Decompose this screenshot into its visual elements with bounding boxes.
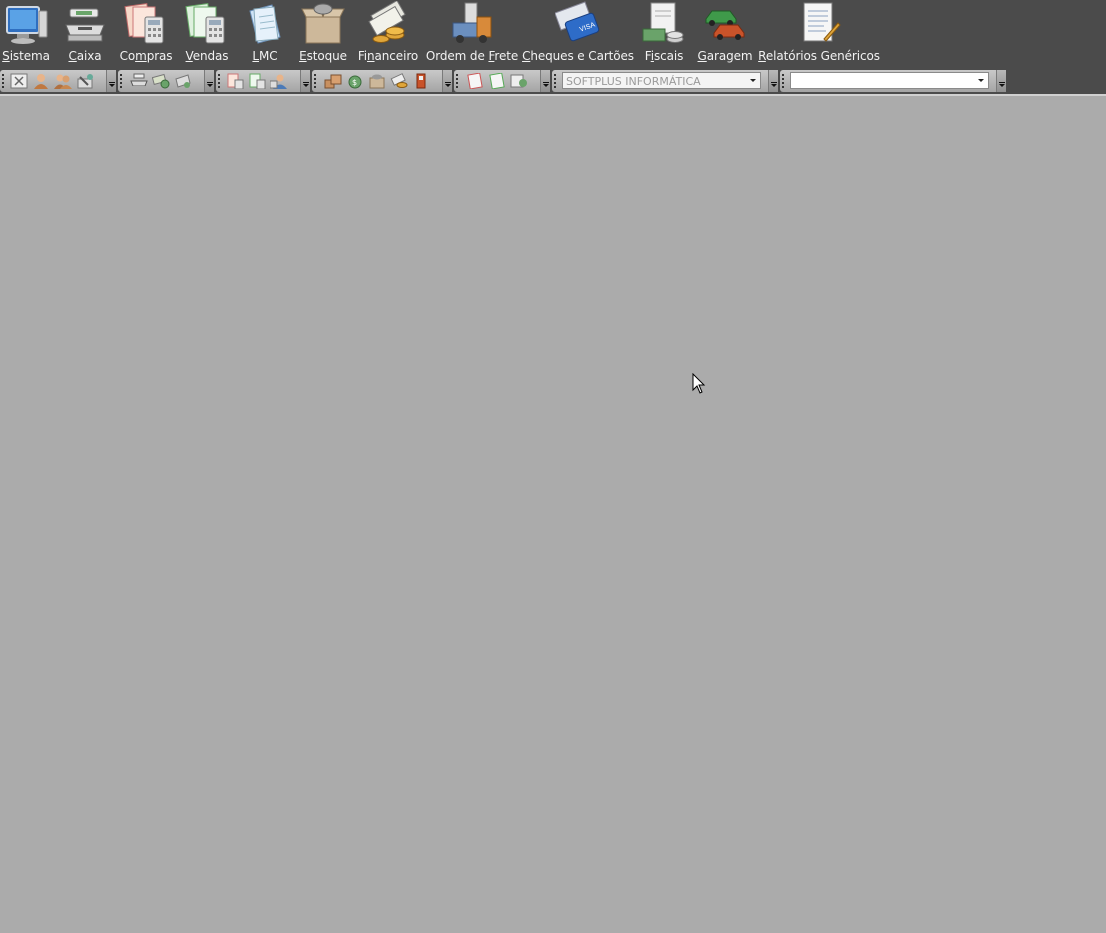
user-icon[interactable] [32,73,50,89]
menu-relatorios-genericos[interactable]: Relatórios Genéricos [758,0,880,68]
toolbar-overflow-button[interactable] [996,70,1006,92]
toolbar-grip[interactable] [314,74,316,88]
toolbar-overflow-button[interactable] [442,70,452,92]
fiscal-money-icon [641,1,687,47]
fuel-pump-icon[interactable] [412,73,430,89]
sales-documents-icon [184,1,230,47]
toolbar-group-caixa [118,70,214,92]
menu-fiscais[interactable]: Fiscais [640,0,688,68]
toolbar-overflow-button[interactable] [204,70,214,92]
money-coins-icon[interactable] [390,73,408,89]
toolbar-overflow-button[interactable] [540,70,550,92]
close-window-icon[interactable] [10,73,28,89]
users-group-icon[interactable] [54,73,72,89]
freight-truck-icon [449,1,495,47]
cheques-cards-icon: VISA [554,1,601,47]
toolbar-band: $ SOFTPLUS INFORMÁTICA [0,68,1106,94]
menu-caixa-label: Caixa [68,49,102,63]
menu-caixa[interactable]: Caixa [62,0,108,68]
menu-lmc-label: LMC [252,49,278,63]
menu-garagem[interactable]: Garagem [697,0,753,68]
toolbar-group-system [0,70,116,92]
money-coins-icon [365,0,411,47]
toolbar-grip[interactable] [456,74,458,88]
report-red-icon[interactable] [466,72,484,90]
toolbar-overflow-button[interactable] [768,70,778,92]
menu-estoque-label: Estoque [299,49,347,63]
secondary-select[interactable] [790,72,989,89]
menu-compras[interactable]: Compras [119,0,173,68]
reports-document-icon [796,1,842,47]
menu-ordem-de-frete-label: Ordem de Frete [425,49,519,63]
toolbar-group-vendas [216,70,310,92]
chevron-down-icon[interactable] [974,73,988,88]
menu-vendas-label: Vendas [185,49,229,63]
toolbar-group-search [780,70,1006,92]
company-select-value: SOFTPLUS INFORMÁTICA [566,75,701,88]
mouse-cursor-icon [692,372,706,395]
toolbar-overflow-button[interactable] [300,70,310,92]
cash-register-icon [62,1,108,47]
toolbar-group-company: SOFTPLUS INFORMÁTICA [552,70,778,92]
money-transfer-icon[interactable] [151,73,170,89]
menu-financeiro[interactable]: Financeiro [358,0,418,68]
customer-icon[interactable] [269,73,288,89]
toolbar-grip[interactable] [782,74,784,88]
money-bag-icon[interactable]: $ [346,73,364,89]
toolbar-grip[interactable] [554,74,556,88]
menu-cheques-e-cartoes-label: Cheques e Cartões [522,49,634,63]
garage-cars-icon [702,1,748,47]
computer-monitor-icon [3,1,49,47]
toolbar-group-reports [454,70,550,92]
chevron-down-icon[interactable] [746,73,760,88]
toolbar-group-estoque: $ [312,70,452,92]
toolbar-grip[interactable] [2,74,4,88]
menu-sistema-label: Sistema [2,49,50,63]
purchase-doc-icon[interactable] [226,73,244,90]
menu-fiscais-label: Fiscais [644,49,684,63]
company-select[interactable]: SOFTPLUS INFORMÁTICA [562,72,761,89]
menu-sistema[interactable]: Sistema [2,0,50,68]
menu-estoque[interactable]: Estoque [298,0,348,68]
menu-relatorios-genericos-label: Relatórios Genéricos [758,49,880,63]
stock-box-icon [300,1,346,47]
menu-lmc[interactable]: LMC [242,0,288,68]
purchase-calculator-icon [123,1,169,47]
cash-register-icon[interactable] [130,73,148,89]
main-menubar: Sistema Caixa Compras Vendas LMC Estoque… [0,0,1106,68]
menu-cheques-e-cartoes[interactable]: VISA Cheques e Cartões [522,0,634,68]
toolbar-overflow-button[interactable] [106,70,116,92]
report-green-icon[interactable] [488,72,506,90]
menu-compras-label: Compras [119,49,173,63]
mdi-workspace[interactable] [0,96,1106,933]
printer-cash-icon[interactable] [174,73,192,89]
toolbar-grip[interactable] [120,74,122,88]
boxes-icon[interactable] [324,73,342,89]
settings-tools-icon[interactable] [76,73,94,89]
svg-text:$: $ [352,78,357,87]
lmc-document-icon [242,1,288,47]
menu-financeiro-label: Financeiro [357,49,419,63]
stock-box-icon[interactable] [368,73,386,89]
sales-doc-icon[interactable] [248,73,266,90]
menu-vendas[interactable]: Vendas [182,0,232,68]
toolbar-grip[interactable] [218,74,220,88]
report-money-icon[interactable] [510,73,528,89]
menu-ordem-de-frete[interactable]: Ordem de Frete [425,0,519,68]
menu-garagem-label: Garagem [697,49,753,63]
